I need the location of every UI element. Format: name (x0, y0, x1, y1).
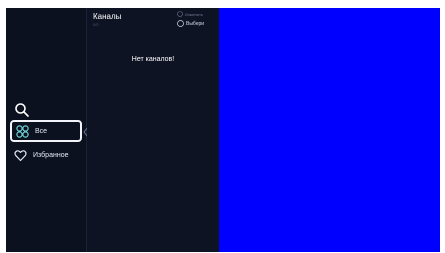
channel-list-panel: Каналы 0/0 Изменить Выбери Нет каналов! (87, 8, 219, 252)
video-preview (219, 8, 440, 252)
sidebar-item-label: Избранное (33, 151, 69, 159)
sidebar-item-all[interactable]: Все (10, 120, 82, 142)
page-title: Каналы (93, 12, 122, 21)
search-icon[interactable] (14, 102, 30, 118)
heart-icon (14, 149, 27, 162)
channel-count: 0/0 (93, 22, 99, 27)
sidebar-item-favorites[interactable]: Избранное (10, 145, 80, 165)
edit-icon (177, 11, 183, 17)
edit-label: Изменить (185, 11, 204, 17)
select-button[interactable]: Выбери (177, 20, 204, 27)
sidebar-item-label: Все (35, 127, 48, 135)
tv-screen: Все Избранное Каналы 0/0 Изменить Выбери… (6, 8, 440, 252)
edit-button[interactable]: Изменить (177, 11, 203, 17)
grid-icon (16, 124, 29, 138)
empty-message: Нет каналов! (131, 56, 175, 63)
sidebar: Все Избранное (6, 8, 87, 252)
select-label: Выбери (186, 20, 205, 27)
select-icon (177, 20, 184, 27)
